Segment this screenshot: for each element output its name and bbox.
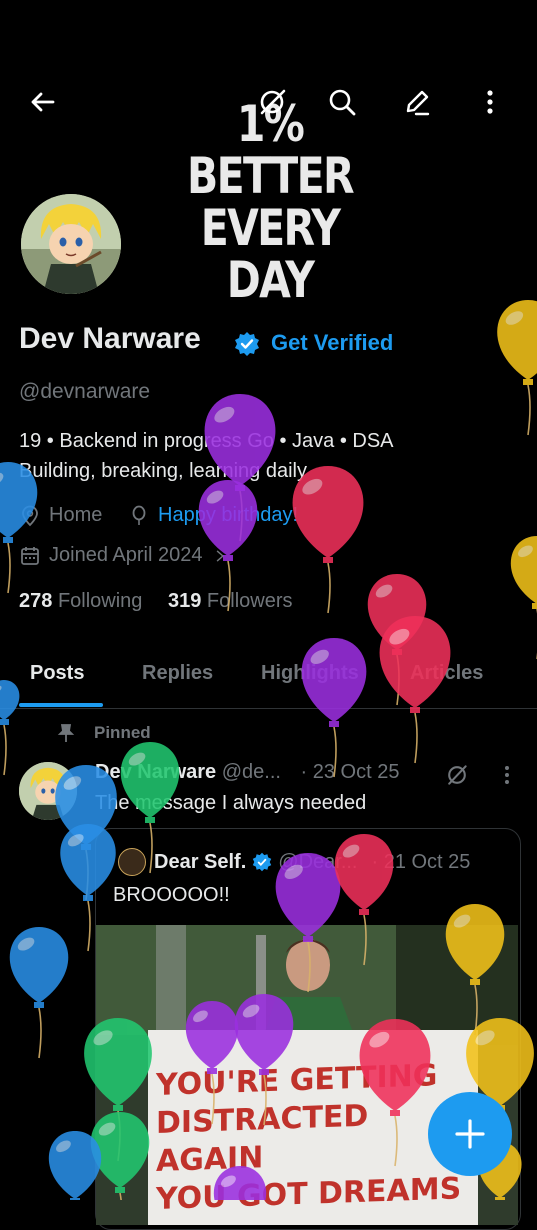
balloon: [9, 927, 69, 1059]
banner-line-2: EVERY DAY: [200, 199, 341, 309]
birthday-row: Happy birthday!: [128, 504, 298, 527]
balloon: [510, 536, 537, 659]
tab-replies[interactable]: Replies: [142, 662, 213, 685]
banner-text: 1% BETTER EVERY DAY: [172, 98, 369, 306]
edit-button[interactable]: [395, 80, 439, 124]
pinned-text: Pinned: [94, 723, 151, 742]
more-button[interactable]: [468, 80, 512, 124]
pin-icon: [57, 724, 75, 742]
post-avatar-image: [19, 762, 77, 820]
location-text: Home: [49, 504, 103, 526]
post-more-icon[interactable]: [496, 764, 518, 786]
grok-button[interactable]: [250, 80, 294, 124]
quoted-text: BROOOOO!!: [113, 884, 230, 906]
followers-label: Followers: [206, 590, 293, 612]
balloon: [48, 1131, 102, 1200]
quoted-date: · 21 Oct 25: [371, 850, 471, 873]
more-icon: [487, 90, 493, 114]
grok-icon: [260, 89, 286, 115]
birthday-text: Happy birthday!: [158, 504, 299, 526]
get-verified-link[interactable]: Get Verified: [271, 330, 393, 356]
active-tab-indicator: [19, 703, 103, 707]
back-button[interactable]: [20, 80, 64, 124]
location-pin-icon: [22, 505, 38, 526]
edit-icon: [406, 90, 430, 116]
post-grok-icon[interactable]: [444, 762, 470, 788]
joined-text: Joined April 2024: [49, 544, 203, 566]
post-header: Dev Narware @de... · 23 Oct 25: [95, 761, 399, 784]
following-label: Following: [57, 590, 143, 612]
profile-bio: 19 • Backend in progress Go • Java • DSA…: [19, 426, 524, 486]
followers-count: 319: [167, 590, 202, 612]
quoted-handle: @Dear...: [278, 850, 358, 873]
chevron-right-icon: [217, 549, 225, 562]
compose-button[interactable]: [428, 1092, 512, 1176]
post-date: · 23 Oct 25: [300, 761, 400, 783]
bio-line-2: Building, breaking, learning daily: [19, 460, 307, 482]
balloon: [292, 466, 364, 614]
search-button[interactable]: [320, 80, 364, 124]
balloon: [497, 300, 537, 436]
balloon-icon: [132, 505, 146, 525]
quoted-author: Dear Self.: [154, 850, 247, 873]
pinned-label: Pinned: [56, 723, 151, 743]
post-avatar[interactable]: [19, 762, 77, 820]
quoted-verified-badge-icon: [253, 852, 272, 872]
arrow-left-icon: [31, 92, 55, 112]
profile-handle: @devnarware: [19, 380, 151, 403]
followers-link[interactable]: 319 Followers: [168, 590, 293, 612]
following-link[interactable]: 278 Following: [19, 590, 142, 612]
profile-name: Dev Narware: [19, 322, 201, 355]
calendar-icon: [21, 546, 39, 565]
avatar[interactable]: [21, 194, 121, 294]
verified-badge-icon[interactable]: [234, 331, 260, 357]
following-count: 278: [19, 590, 53, 612]
tab-posts[interactable]: Posts: [30, 662, 84, 685]
quoted-avatar: [118, 848, 146, 876]
quoted-photo[interactable]: YOU'RE GETTING DISTRACTED AGAIN YOU GOT …: [96, 925, 518, 1225]
post-text: The message I always needed: [95, 792, 367, 814]
follow-stats: 278 Following 319 Followers: [19, 590, 293, 613]
location-row: Home: [19, 504, 102, 527]
joined-row: Joined April 2024: [19, 544, 236, 567]
post-handle: @de...: [221, 761, 281, 783]
plus-icon: [455, 1119, 485, 1149]
bio-line-1: 19 • Backend in progress Go • Java • DSA: [19, 430, 394, 452]
tab-highlights[interactable]: Highlights: [261, 662, 359, 685]
avatar-image: [21, 194, 121, 294]
post-author[interactable]: Dev Narware: [95, 761, 216, 783]
profile-tabs: Posts Replies Highlights Articles: [0, 648, 537, 709]
quoted-post-header: Dear Self. @Dear... · 21 Oct 25: [118, 848, 470, 876]
tab-articles[interactable]: Articles: [410, 662, 483, 685]
search-icon: [329, 89, 356, 116]
